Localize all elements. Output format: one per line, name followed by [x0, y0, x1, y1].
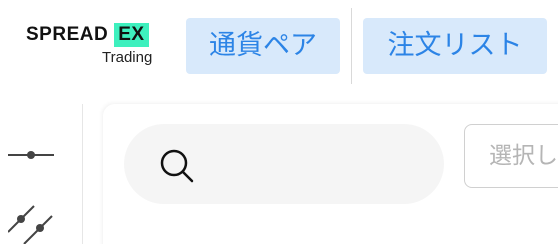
horizontal-line-icon: [8, 151, 54, 159]
search-input[interactable]: [208, 142, 428, 186]
order-list-button[interactable]: 注文リスト: [363, 18, 547, 74]
logo-subtitle: Trading: [102, 49, 153, 66]
main-panel: 選択し: [103, 104, 558, 244]
search-box[interactable]: [124, 124, 444, 204]
currency-pair-button[interactable]: 通貨ペア: [186, 18, 340, 74]
logo-wordmark: SPREAD EX: [26, 23, 149, 47]
drawing-toolbar: [0, 104, 83, 244]
search-icon: [160, 149, 194, 183]
logo[interactable]: SPREAD EX Trading: [26, 20, 156, 70]
logo-brand-text: SPREAD: [26, 24, 109, 45]
filter-select[interactable]: 選択し: [464, 124, 558, 188]
trend-line-icon: [7, 205, 53, 244]
header-divider: [351, 8, 352, 84]
horizontal-line-tool[interactable]: [8, 140, 56, 170]
filter-select-label: 選択し: [489, 143, 558, 169]
app-root: SPREAD EX Trading 通貨ペア 注文リスト 選択し: [0, 0, 558, 244]
trend-line-tool[interactable]: [7, 204, 56, 244]
logo-badge: EX: [114, 23, 149, 47]
